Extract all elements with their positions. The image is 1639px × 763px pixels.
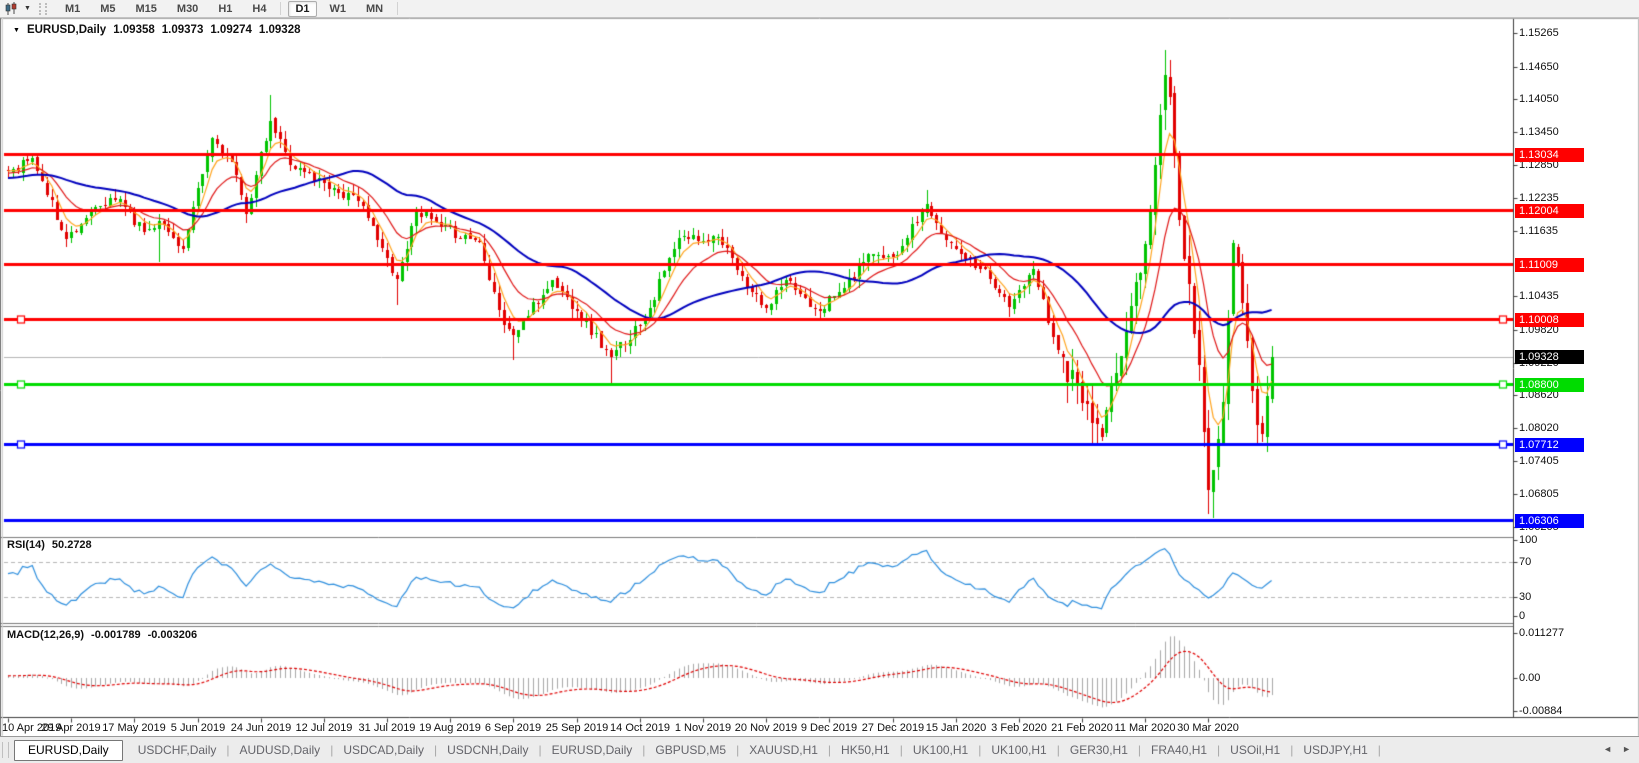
toolbar-grip[interactable] [39, 3, 47, 15]
chart-tabs: EURUSD,DailyUSDCHF,Daily|AUDUSD,Daily|US… [14, 740, 1381, 761]
chart-tab-hk50-h1[interactable]: HK50,H1 [831, 740, 900, 760]
chart-surface[interactable] [0, 0, 1639, 763]
chart-type-icon[interactable] [4, 2, 21, 16]
timeframe-button-m5[interactable]: M5 [93, 1, 122, 17]
chart-tab-usdcad-daily[interactable]: USDCAD,Daily [333, 740, 434, 760]
chart-tab-eurusd-daily[interactable]: EURUSD,Daily [14, 740, 123, 761]
timeframe-buttons: M1 M5 M15 M30 H1 H4 D1 W1 MN [55, 1, 402, 17]
chart-tab-usoil-h1[interactable]: USOil,H1 [1220, 740, 1290, 760]
tab-separator: | [1378, 743, 1381, 757]
toolbar: ▼ M1 M5 M15 M30 H1 H4 D1 W1 MN [0, 0, 1639, 18]
chart-tab-ger30-h1[interactable]: GER30,H1 [1060, 740, 1138, 760]
timeframe-button-d1[interactable]: D1 [288, 1, 316, 17]
timeframe-button-w1[interactable]: W1 [323, 1, 354, 17]
chart-tab-usdchf-daily[interactable]: USDCHF,Daily [128, 740, 227, 760]
chart-tab-uk100-h1[interactable]: UK100,H1 [981, 740, 1056, 760]
timeframe-button-h1[interactable]: H1 [211, 1, 239, 17]
toolbar-separator [280, 2, 281, 15]
chart-tab-gbpusd-m5[interactable]: GBPUSD,M5 [645, 740, 736, 760]
toolbar-separator [397, 2, 398, 15]
tab-scroll-left-icon[interactable]: ◄ [1603, 744, 1612, 754]
chart-tab-uk100-h1[interactable]: UK100,H1 [903, 740, 978, 760]
tab-scroll-right-icon[interactable]: ► [1622, 744, 1631, 754]
timeframe-button-m1[interactable]: M1 [58, 1, 87, 17]
timeframe-button-h4[interactable]: H4 [245, 1, 273, 17]
chevron-down-icon[interactable]: ▼ [24, 5, 31, 12]
timeframe-button-mn[interactable]: MN [359, 1, 390, 17]
chart-tab-fra40-h1[interactable]: FRA40,H1 [1141, 740, 1217, 760]
chart-tab-bar: EURUSD,DailyUSDCHF,Daily|AUDUSD,Daily|US… [0, 736, 1639, 763]
timeframe-button-m15[interactable]: M15 [129, 1, 164, 17]
chart-tab-audusd-daily[interactable]: AUDUSD,Daily [230, 740, 331, 760]
candlestick-chart-icon [4, 2, 19, 16]
chart-tab-eurusd-daily[interactable]: EURUSD,Daily [542, 740, 643, 760]
chart-tab-usdjpy-h1[interactable]: USDJPY,H1 [1293, 740, 1377, 760]
chart-tab-usdcnh-daily[interactable]: USDCNH,Daily [437, 740, 538, 760]
tab-scroll-arrows: ◄ ► [1603, 744, 1631, 754]
timeframe-button-m30[interactable]: M30 [170, 1, 205, 17]
tabbar-grip[interactable] [2, 742, 9, 758]
chart-tab-xauusd-h1[interactable]: XAUUSD,H1 [739, 740, 828, 760]
